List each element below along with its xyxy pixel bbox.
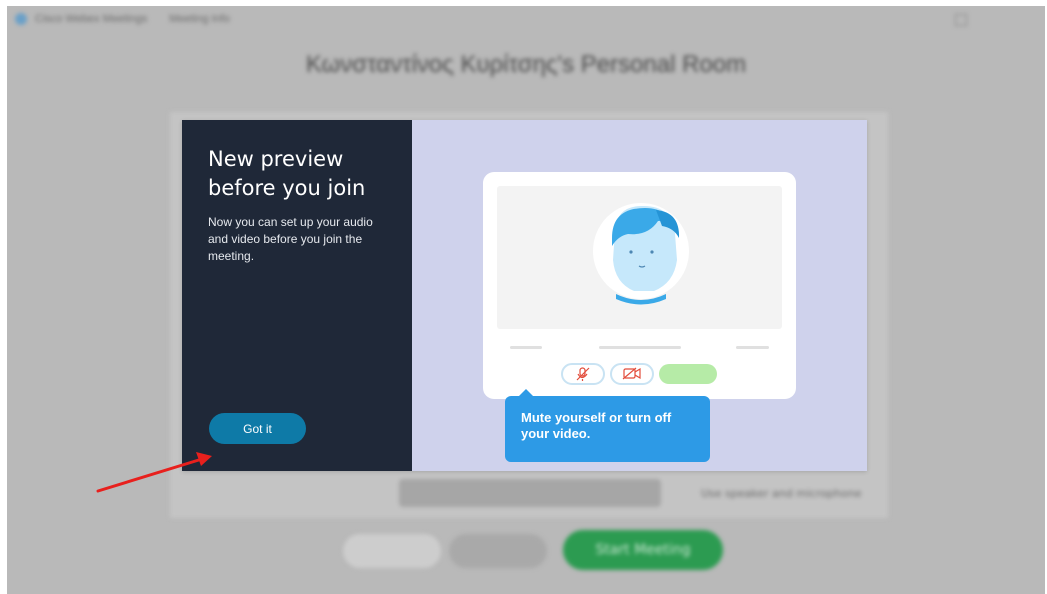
mute-tooltip: Mute yourself or turn off your video. [505,389,710,462]
tooltip-pointer [519,389,533,396]
modal-description: Now you can set up your audio and video … [208,215,373,263]
modal-info-panel: New preview before you join Now you can … [182,120,412,471]
camera-toggle[interactable] [610,363,654,385]
meeting-info-menu[interactable]: Meeting Info [169,13,230,25]
stop-video-button[interactable] [449,534,547,568]
window-control-icon[interactable] [955,14,967,26]
got-it-button[interactable]: Got it [209,413,306,444]
audio-selector-button[interactable] [399,479,661,507]
placeholder-bar [599,346,681,349]
personal-room-title: Κωνσταντίνος Κυρίτσης's Personal Room [305,51,747,78]
modal-title: New preview before you join [208,147,366,200]
modal-illustration-panel: Mute yourself or turn off your video. [412,120,867,471]
new-preview-modal: New preview before you join Now you can … [182,120,867,471]
placeholder-bar [510,346,542,349]
title-bar: Cisco Webex Meetings Meeting Info [7,6,1045,32]
mute-button[interactable] [343,534,441,568]
placeholder-bar [736,346,769,349]
webex-logo-icon [15,13,27,25]
start-meeting-button[interactable]: Start Meeting [563,530,723,570]
join-button-placeholder [659,364,717,384]
tooltip-text: Mute yourself or turn off your video. [521,410,672,441]
speaker-mic-option[interactable]: Use speaker and microphone [701,487,861,500]
app-title: Cisco Webex Meetings [35,13,148,25]
